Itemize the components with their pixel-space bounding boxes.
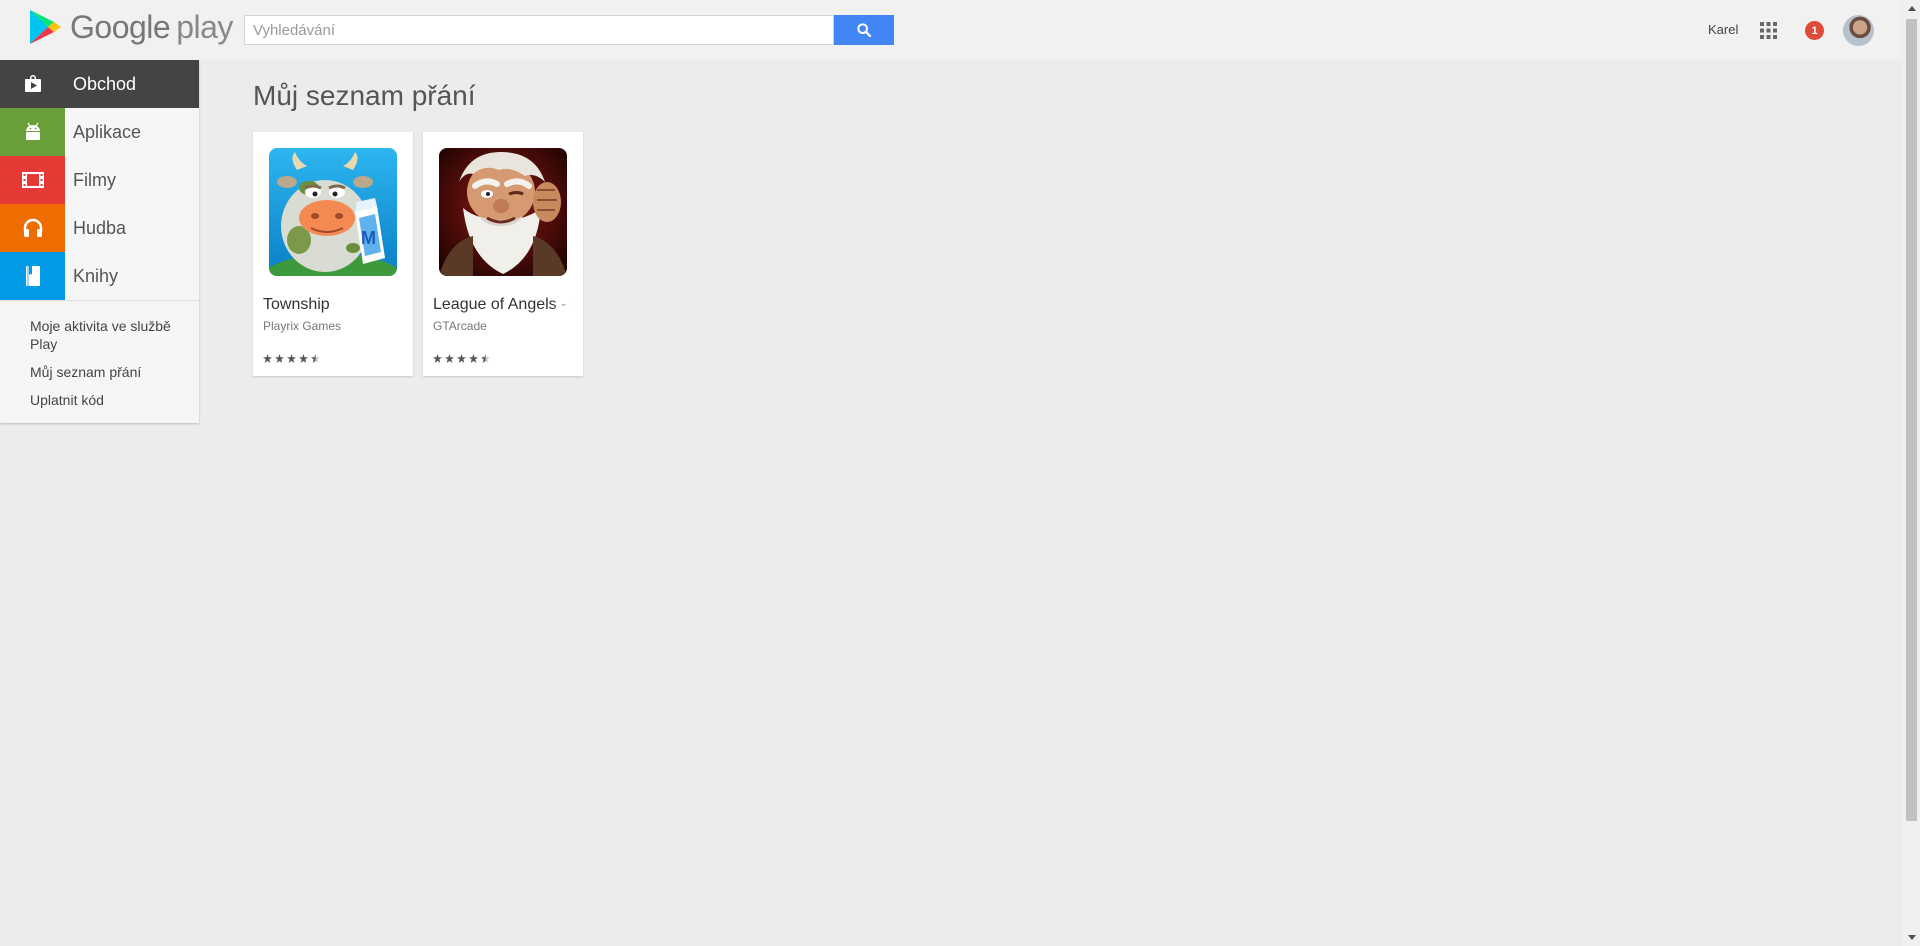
star-rating xyxy=(263,354,323,363)
apps-grid-icon[interactable] xyxy=(1760,22,1777,39)
wishlist-cards: M Township Playrix Games League of Angel… xyxy=(253,132,593,376)
sidebar-item-label: Knihy xyxy=(73,265,119,286)
sidebar-item-aplikace[interactable]: Aplikace xyxy=(0,108,199,156)
sidebar-item-label: Obchod xyxy=(73,73,137,94)
sidebar-item-obchod[interactable]: Obchod xyxy=(0,60,199,108)
shopping-bag-icon xyxy=(0,60,65,108)
star-icon xyxy=(263,354,272,363)
sidebar-item-label: Aplikace xyxy=(73,121,142,142)
star-icon xyxy=(445,354,454,363)
logo-play-text: play xyxy=(176,8,233,45)
headphones-icon xyxy=(0,204,65,252)
notification-badge[interactable]: 1 xyxy=(1805,21,1824,40)
sidebar-item-knihy[interactable]: Knihy xyxy=(0,252,199,300)
book-icon xyxy=(0,252,65,300)
user-name[interactable]: Karel xyxy=(1708,22,1738,37)
app-card-league-of-angels[interactable]: League of Angels - I GTArcade xyxy=(423,132,583,376)
sidebar: Obchod Aplikace Filmy Hudba Knihy Moje a… xyxy=(0,60,199,423)
my-activity-link[interactable]: Moje aktivita ve službě Play xyxy=(0,313,199,359)
sidebar-item-label: Hudba xyxy=(73,217,127,238)
vertical-scrollbar[interactable] xyxy=(1903,0,1920,946)
app-developer[interactable]: Playrix Games xyxy=(263,319,341,333)
star-rating xyxy=(433,354,493,363)
scrollbar-thumb[interactable] xyxy=(1906,19,1917,821)
star-icon xyxy=(287,354,296,363)
play-logo-icon xyxy=(30,10,61,44)
logo-google-text: Google xyxy=(70,8,171,45)
top-bar: Googleplay Karel 1 xyxy=(0,0,1902,60)
android-icon xyxy=(0,108,65,156)
scroll-up-arrow-icon[interactable] xyxy=(1903,0,1920,17)
avatar[interactable] xyxy=(1843,15,1874,46)
township-app-icon[interactable]: M xyxy=(269,148,397,276)
search-icon xyxy=(857,23,872,38)
star-icon xyxy=(457,354,466,363)
svg-text:M: M xyxy=(361,228,376,248)
star-icon xyxy=(299,354,308,363)
app-title[interactable]: Township xyxy=(263,296,403,314)
search-bar xyxy=(244,15,894,45)
page-title: Můj seznam přání xyxy=(253,80,476,111)
app-title[interactable]: League of Angels - I xyxy=(433,296,573,314)
app-developer[interactable]: GTArcade xyxy=(433,319,487,333)
sidebar-item-label: Filmy xyxy=(73,169,116,190)
wishlist-link[interactable]: Můj seznam přání xyxy=(0,359,199,387)
half-star-icon xyxy=(311,354,320,363)
google-play-logo[interactable]: Google play xyxy=(28,8,233,46)
app-card-township[interactable]: M Township Playrix Games xyxy=(253,132,413,376)
star-icon xyxy=(433,354,442,363)
search-button[interactable] xyxy=(834,15,894,45)
star-icon xyxy=(469,354,478,363)
star-icon xyxy=(275,354,284,363)
sidebar-item-hudba[interactable]: Hudba xyxy=(0,204,199,252)
sidebar-links: Moje aktivita ve službě Play Můj seznam … xyxy=(0,300,199,423)
redeem-link[interactable]: Uplatnit kód xyxy=(0,387,199,415)
scroll-down-arrow-icon[interactable] xyxy=(1903,929,1920,946)
search-input[interactable] xyxy=(244,15,834,45)
sidebar-item-filmy[interactable]: Filmy xyxy=(0,156,199,204)
half-star-icon xyxy=(481,354,490,363)
film-icon xyxy=(0,156,65,204)
league-of-angels-app-icon[interactable] xyxy=(439,148,567,276)
